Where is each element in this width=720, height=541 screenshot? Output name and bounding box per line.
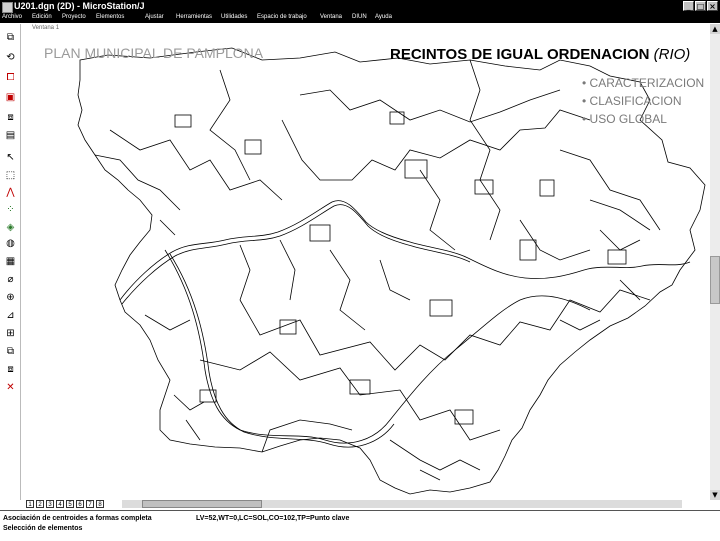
menu-bar: Archivo Edición Proyecto Elementos Ajust…	[0, 13, 720, 23]
circle-icon[interactable]: ◍	[4, 238, 17, 250]
plan-title: PLAN MUNICIPAL DE PAMPLONA	[44, 45, 264, 61]
text-icon[interactable]: ▦	[4, 256, 17, 268]
view-button[interactable]: 5	[66, 500, 74, 508]
menu-ajustar[interactable]: Ajustar	[145, 14, 164, 20]
menu-proyecto[interactable]: Proyecto	[62, 14, 86, 20]
tile-icon[interactable]: ⧈	[4, 112, 17, 124]
window-minimize-icon[interactable]: _	[683, 1, 694, 11]
dimension-icon[interactable]: ⊿	[4, 310, 17, 322]
app-icon[interactable]	[2, 2, 13, 13]
update-view-icon[interactable]: ⟲	[4, 52, 17, 64]
bullet-list: • CARACTERIZACION • CLASIFICACION • USO …	[582, 76, 704, 130]
status-attributes: LV=52,WT=0,LC=SOL,CO=102,TP=Punto clave	[196, 515, 350, 522]
view-window-title: Ventana 1	[32, 25, 60, 31]
measure-icon[interactable]: ⌀	[4, 274, 17, 286]
view-button[interactable]: 4	[56, 500, 64, 508]
menu-elementos[interactable]: Elementos	[96, 14, 124, 20]
view-button[interactable]: 8	[96, 500, 104, 508]
view-button[interactable]: 7	[86, 500, 94, 508]
bullet-item: • CARACTERIZACION	[582, 76, 705, 90]
window-close-icon[interactable]: ×	[707, 1, 718, 11]
menu-ayuda[interactable]: Ayuda	[375, 14, 392, 20]
view-button[interactable]: 2	[36, 500, 44, 508]
fill-icon[interactable]: ◈	[4, 222, 17, 234]
river-line-2	[121, 204, 471, 305]
menu-edicion[interactable]: Edición	[32, 14, 52, 20]
river-line	[119, 200, 691, 301]
menu-diun[interactable]: DIUN	[352, 14, 367, 20]
status-prompt: Selección de elementos	[3, 525, 83, 532]
menu-espacio-trabajo[interactable]: Espacio de trabajo	[257, 14, 307, 20]
points-icon[interactable]: ⁘	[4, 204, 17, 216]
scroll-up-icon[interactable]: ▲	[710, 24, 720, 34]
delete-icon[interactable]: ✕	[4, 382, 17, 394]
fence-icon[interactable]: ⬚	[4, 170, 17, 182]
status-bar: Asociación de centroides a formas comple…	[0, 510, 720, 541]
view-window-title-bar: Ventana 1	[22, 24, 708, 36]
title-bar: U201.dgn (2D) - MicroStation/J _ □ ×	[0, 0, 720, 13]
slide-title: RECINTOS DE IGUAL ORDENACION (RIO)	[390, 46, 690, 63]
reference-icon[interactable]: ⧠	[4, 72, 17, 84]
scroll-thumb[interactable]	[142, 500, 262, 508]
menu-utilidades[interactable]: Utilidades	[221, 14, 247, 20]
bullet-item: • USO GLOBAL	[582, 112, 667, 126]
view-button[interactable]: 6	[76, 500, 84, 508]
ring-road-2	[169, 253, 395, 448]
menu-herramientas[interactable]: Herramientas	[176, 14, 212, 20]
scroll-thumb[interactable]	[710, 256, 720, 304]
vertical-scrollbar[interactable]: ▲ ▼	[710, 24, 720, 500]
menu-archivo[interactable]: Archivo	[2, 14, 22, 20]
view-button[interactable]: 3	[46, 500, 54, 508]
horizontal-scrollbar[interactable]: 1 2 3 4 5 6 7 8	[22, 499, 708, 509]
grid-icon[interactable]: ⊞	[4, 328, 17, 340]
scroll-down-icon[interactable]: ▼	[710, 490, 720, 500]
element-select-icon[interactable]: ↖	[4, 152, 17, 164]
level-icon[interactable]: ▣	[4, 92, 17, 104]
slide-title-suffix: (RIO)	[653, 46, 691, 63]
copy-icon[interactable]: ⧉	[4, 346, 17, 358]
copy-view-icon[interactable]: ⧉	[4, 32, 17, 44]
line-icon[interactable]: ⋀	[4, 187, 17, 199]
window-title: U201.dgn (2D) - MicroStation/J	[14, 1, 145, 11]
menu-ventana[interactable]: Ventana	[320, 14, 342, 20]
zoom-icon[interactable]: ⊕	[4, 292, 17, 304]
ring-road	[164, 249, 591, 444]
status-message: Asociación de centroides a formas comple…	[3, 515, 152, 522]
cascade-icon[interactable]: ▤	[4, 130, 17, 142]
window-maximize-icon[interactable]: □	[695, 1, 706, 11]
bullet-item: • CLASIFICACION	[582, 94, 682, 108]
view-icon[interactable]: ⧈	[4, 364, 17, 376]
view-button[interactable]: 1	[26, 500, 34, 508]
slide-title-main: RECINTOS DE IGUAL ORDENACION	[390, 46, 650, 63]
tool-palette: ⧉ ⟲ ⧠ ▣ ⧈ ▤ ↖ ⬚ ⋀ ⁘ ◈ ◍ ▦ ⌀ ⊕ ⊿ ⊞ ⧉ ⧈ ✕	[0, 24, 21, 500]
